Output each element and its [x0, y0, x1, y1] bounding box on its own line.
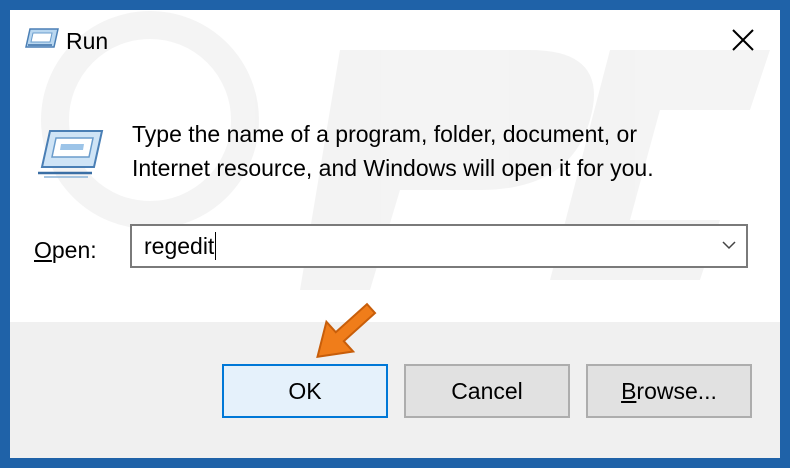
open-label: Open:	[34, 235, 97, 265]
open-input-value: regedit	[144, 233, 215, 259]
description-line-1: Type the name of a program, folder, docu…	[132, 121, 638, 147]
text-cursor	[215, 231, 217, 260]
browse-mnemonic: B	[621, 378, 637, 404]
close-icon	[732, 29, 754, 51]
close-button[interactable]	[720, 20, 766, 60]
description: Type the name of a program, folder, docu…	[132, 117, 752, 185]
open-label-text: pen:	[51, 237, 97, 263]
window-title: Run	[66, 28, 109, 54]
browse-button[interactable]: Browse...	[586, 364, 752, 418]
open-combobox[interactable]: regedit	[130, 224, 748, 268]
description-line-2: Internet resource, and Windows will open…	[132, 155, 654, 181]
run-app-icon-large	[38, 130, 104, 178]
title-bar: Run	[10, 10, 780, 70]
button-bar: OK Cancel Browse...	[10, 322, 780, 458]
open-label-mnemonic: O	[34, 237, 52, 263]
dropdown-button[interactable]	[712, 226, 746, 266]
run-app-icon	[25, 28, 59, 48]
run-dialog: Run Type the name of a program, folder, …	[10, 10, 780, 458]
cancel-button[interactable]: Cancel	[404, 364, 570, 418]
ok-button[interactable]: OK	[222, 364, 388, 418]
chevron-down-icon	[722, 241, 736, 250]
open-input[interactable]: regedit	[144, 226, 217, 266]
browse-label: rowse...	[636, 378, 717, 404]
